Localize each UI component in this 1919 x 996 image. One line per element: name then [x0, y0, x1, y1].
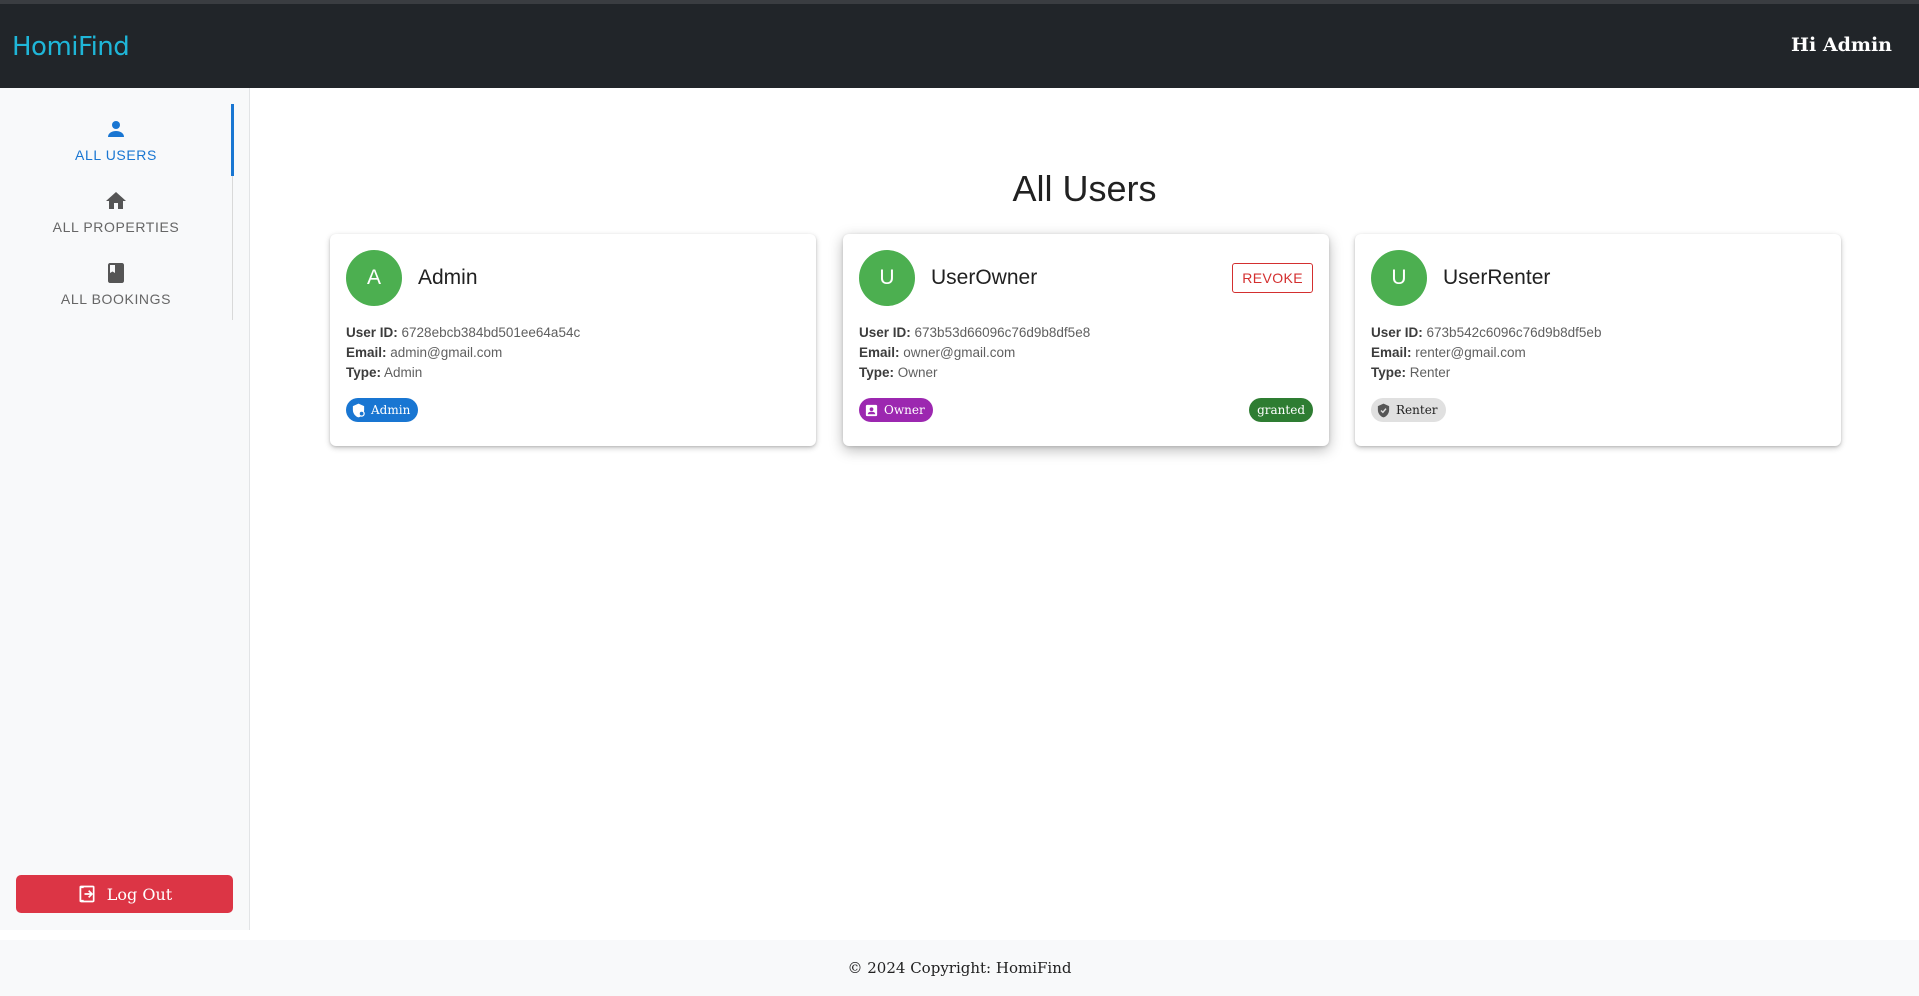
- type-value: Owner: [897, 365, 938, 380]
- email-label: Email:: [346, 345, 387, 360]
- tab-label: ALL BOOKINGS: [60, 291, 172, 307]
- email-row: Email: owner@gmail.com: [859, 343, 1090, 363]
- email-row: Email: admin@gmail.com: [346, 343, 580, 363]
- tab-label: ALL USERS: [75, 147, 157, 163]
- main-content: All Users A Admin User ID: 6728ebcb384bd…: [250, 88, 1919, 930]
- badge-label: Renter: [1396, 403, 1438, 417]
- badge-label: Admin: [371, 403, 411, 417]
- copyright-text: © 2024 Copyright: HomiFind: [847, 959, 1072, 977]
- verified-shield-icon: [1377, 403, 1390, 417]
- status-badge: granted: [1249, 398, 1313, 422]
- revoke-button[interactable]: REVOKE: [1232, 263, 1313, 293]
- user-id-row: User ID: 6728ebcb384bd501ee64a54c: [346, 323, 580, 343]
- home-icon: [104, 189, 128, 213]
- book-icon: [104, 261, 128, 285]
- admin-shield-icon: [352, 403, 365, 417]
- email-value: renter@gmail.com: [1415, 345, 1526, 360]
- avatar: U: [859, 250, 915, 306]
- avatar: U: [1371, 250, 1427, 306]
- email-value: owner@gmail.com: [903, 345, 1016, 360]
- type-value: Renter: [1409, 365, 1451, 380]
- type-row: Type: Renter: [1371, 363, 1601, 383]
- type-label: Type:: [346, 365, 382, 380]
- role-badge: Owner: [859, 398, 933, 422]
- type-row: Type: Owner: [859, 363, 1090, 383]
- contact-card-icon: [865, 404, 878, 416]
- top-navbar: HomiFind Hi Admin: [0, 0, 1919, 88]
- role-badge: Admin: [346, 398, 419, 422]
- status-label: granted: [1257, 403, 1305, 417]
- user-name: UserOwner: [931, 266, 1038, 289]
- email-value: admin@gmail.com: [390, 345, 503, 360]
- user-id-value: 673b53d66096c76d9b8df5e8: [914, 325, 1091, 340]
- user-id-label: User ID:: [346, 325, 398, 340]
- user-id-value: 673b542c6096c76d9b8df5eb: [1426, 325, 1602, 340]
- tab-all-bookings[interactable]: ALL BOOKINGS: [0, 248, 232, 320]
- type-label: Type:: [859, 365, 895, 380]
- user-id-label: User ID:: [859, 325, 911, 340]
- user-info: User ID: 673b53d66096c76d9b8df5e8 Email:…: [859, 323, 1090, 383]
- sidebar: ALL USERS ALL PROPERTIES ALL BOOKINGS Lo…: [0, 88, 250, 930]
- user-card: U UserRenter User ID: 673b542c6096c76d9b…: [1355, 234, 1841, 446]
- tab-all-properties[interactable]: ALL PROPERTIES: [0, 176, 232, 248]
- type-value: Admin: [384, 365, 423, 380]
- page-title: All Users: [1012, 168, 1157, 209]
- logout-label: Log Out: [106, 884, 173, 904]
- brand-logo[interactable]: HomiFind: [12, 32, 130, 62]
- email-label: Email:: [859, 345, 900, 360]
- user-info: User ID: 673b542c6096c76d9b8df5eb Email:…: [1371, 323, 1601, 383]
- user-info: User ID: 6728ebcb384bd501ee64a54c Email:…: [346, 323, 580, 383]
- person-icon: [104, 117, 128, 141]
- user-card: A Admin User ID: 6728ebcb384bd501ee64a54…: [330, 234, 816, 446]
- type-label: Type:: [1371, 365, 1407, 380]
- footer: © 2024 Copyright: HomiFind: [0, 940, 1919, 996]
- sidebar-tabs: ALL USERS ALL PROPERTIES ALL BOOKINGS: [0, 104, 234, 320]
- avatar: A: [346, 250, 402, 306]
- user-id-row: User ID: 673b542c6096c76d9b8df5eb: [1371, 323, 1601, 343]
- badge-label: Owner: [884, 403, 925, 417]
- email-row: Email: renter@gmail.com: [1371, 343, 1601, 363]
- user-id-label: User ID:: [1371, 325, 1423, 340]
- logout-button[interactable]: Log Out: [16, 875, 233, 913]
- email-label: Email:: [1371, 345, 1412, 360]
- type-row: Type: Admin: [346, 363, 580, 383]
- user-greeting: Hi Admin: [1791, 34, 1892, 56]
- user-name: UserRenter: [1443, 266, 1551, 289]
- role-badge: Renter: [1371, 398, 1446, 422]
- user-card: U UserOwner REVOKE User ID: 673b53d66096…: [843, 234, 1329, 446]
- tab-label: ALL PROPERTIES: [52, 219, 180, 235]
- logout-icon: [79, 885, 95, 903]
- user-id-row: User ID: 673b53d66096c76d9b8df5e8: [859, 323, 1090, 343]
- user-id-value: 6728ebcb384bd501ee64a54c: [401, 325, 581, 340]
- user-name: Admin: [418, 266, 478, 289]
- tab-all-users[interactable]: ALL USERS: [0, 104, 234, 176]
